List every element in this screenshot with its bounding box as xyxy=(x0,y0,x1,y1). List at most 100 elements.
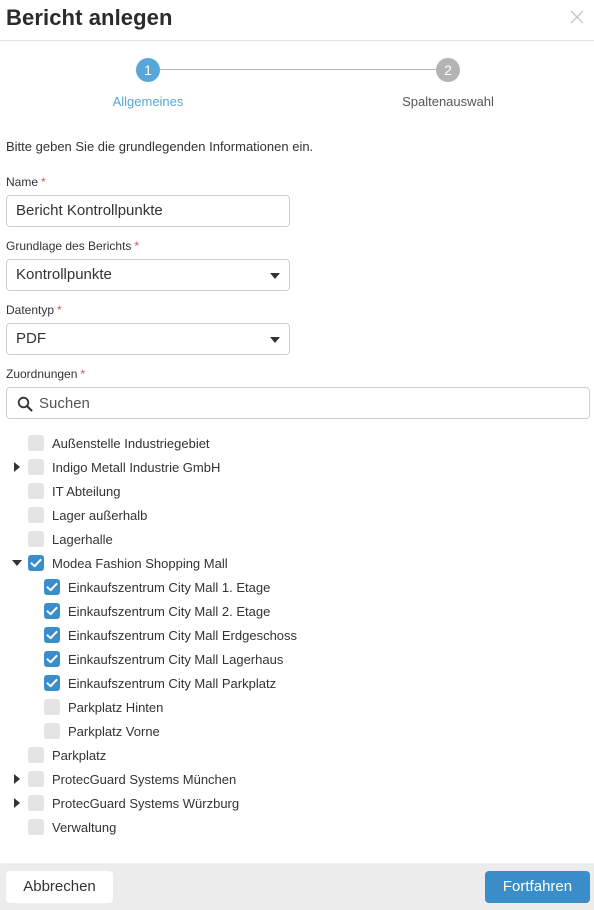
tree-checkbox[interactable] xyxy=(44,603,60,619)
tree-row-label: Einkaufszentrum City Mall Parkplatz xyxy=(68,676,277,691)
checkmark-icon xyxy=(46,606,58,616)
datatype-label-text: Datentyp xyxy=(6,303,55,317)
tree-row-label: IT Abteilung xyxy=(52,484,121,499)
expander-triangle xyxy=(14,462,20,472)
tree-row[interactable]: Indigo Metall Industrie GmbH xyxy=(0,455,594,479)
tree-row-label: Einkaufszentrum City Mall Lagerhaus xyxy=(68,652,284,667)
tree-row-label: Verwaltung xyxy=(52,820,117,835)
basis-select[interactable]: Kontrollpunkte xyxy=(6,259,290,291)
checkmark-icon xyxy=(46,678,58,688)
required-marker: * xyxy=(134,239,140,253)
tree-checkbox[interactable] xyxy=(28,795,44,811)
tree-row-label: Parkplatz xyxy=(52,748,107,763)
dialog-footer: Abbrechen Fortfahren xyxy=(0,863,594,910)
intro-text: Bitte geben Sie die grundlegenden Inform… xyxy=(6,139,314,154)
continue-button[interactable]: Fortfahren xyxy=(485,871,590,903)
checkmark-icon xyxy=(30,558,42,568)
tree-checkbox[interactable] xyxy=(28,771,44,787)
name-label: Name * xyxy=(6,175,46,189)
required-marker: * xyxy=(41,175,46,189)
required-marker: * xyxy=(57,303,62,317)
search-icon xyxy=(17,396,33,412)
tree-row[interactable]: ProtecGuard Systems Würzburg xyxy=(0,791,594,815)
tree-checkbox[interactable] xyxy=(44,627,60,643)
tree-row[interactable]: Parkplatz Hinten xyxy=(0,695,594,719)
expander-triangle xyxy=(14,774,20,784)
assignments-label: Zuordnungen * xyxy=(6,367,85,381)
name-field[interactable]: Bericht Kontrollpunkte xyxy=(6,195,290,227)
search-input[interactable] xyxy=(39,389,579,417)
tree-checkbox[interactable] xyxy=(44,675,60,691)
caret-down-icon xyxy=(270,337,280,343)
tree-row-label: Einkaufszentrum City Mall 1. Etage xyxy=(68,580,271,595)
datatype-select-value: PDF xyxy=(16,330,46,347)
tree-row-label: Einkaufszentrum City Mall Erdgeschoss xyxy=(68,628,298,643)
checkmark-icon xyxy=(46,630,58,640)
tree-row[interactable]: Einkaufszentrum City Mall Parkplatz xyxy=(0,671,594,695)
tree-row[interactable]: Einkaufszentrum City Mall Lagerhaus xyxy=(0,647,594,671)
tree-row[interactable]: ProtecGuard Systems München xyxy=(0,767,594,791)
checkmark-icon xyxy=(46,654,58,664)
tree-checkbox[interactable] xyxy=(44,723,60,739)
tree-row[interactable]: Einkaufszentrum City Mall Erdgeschoss xyxy=(0,623,594,647)
datatype-select[interactable]: PDF xyxy=(6,323,290,355)
tree-row-label: Parkplatz Vorne xyxy=(68,724,160,739)
caret-right-icon[interactable] xyxy=(12,462,22,472)
tree-row[interactable]: Lager außerhalb xyxy=(0,503,594,527)
tree-row[interactable]: Einkaufszentrum City Mall 1. Etage xyxy=(0,575,594,599)
tree-checkbox[interactable] xyxy=(28,483,44,499)
tree-checkbox[interactable] xyxy=(44,699,60,715)
tree-row-label: Außenstelle Industriegebiet xyxy=(52,436,210,451)
tree-row[interactable]: Modea Fashion Shopping Mall xyxy=(0,551,594,575)
caret-right-icon[interactable] xyxy=(12,798,22,808)
tree-row[interactable]: Außenstelle Industriegebiet xyxy=(0,431,594,455)
dialog-title: Bericht anlegen xyxy=(6,5,173,30)
step-2-indicator[interactable]: 2 xyxy=(436,58,460,82)
tree-checkbox[interactable] xyxy=(28,435,44,451)
tree-row-label: Parkplatz Hinten xyxy=(68,700,164,715)
tree-row[interactable]: Verwaltung xyxy=(0,815,594,839)
assignments-label-text: Zuordnungen xyxy=(6,367,78,381)
checkmark-icon xyxy=(46,582,58,592)
caret-right-icon[interactable] xyxy=(12,774,22,784)
tree-row-label: Einkaufszentrum City Mall 2. Etage xyxy=(68,604,271,619)
tree-row-label: ProtecGuard Systems München xyxy=(52,772,237,787)
stepper-connector xyxy=(160,69,436,70)
tree-checkbox[interactable] xyxy=(28,819,44,835)
tree-checkbox[interactable] xyxy=(44,651,60,667)
caret-down-icon xyxy=(270,273,280,279)
required-marker: * xyxy=(80,367,86,381)
basis-label-text: Grundlage des Berichts xyxy=(6,239,132,253)
expander-triangle xyxy=(14,798,20,808)
step-1-label[interactable]: Allgemeines xyxy=(110,94,186,109)
tree-checkbox[interactable] xyxy=(28,531,44,547)
tree-row-label: Modea Fashion Shopping Mall xyxy=(52,556,228,571)
tree-row-label: ProtecGuard Systems Würzburg xyxy=(52,796,240,811)
tree-checkbox[interactable] xyxy=(28,555,44,571)
datatype-label: Datentyp * xyxy=(6,303,62,317)
stepper: 1 2 Allgemeines Spaltenauswahl xyxy=(0,56,594,112)
tree-checkbox[interactable] xyxy=(44,579,60,595)
expander-triangle xyxy=(12,560,22,566)
tree-checkbox[interactable] xyxy=(28,747,44,763)
tree-checkbox[interactable] xyxy=(28,507,44,523)
tree-row[interactable]: Parkplatz Vorne xyxy=(0,719,594,743)
tree-row[interactable]: Lagerhalle xyxy=(0,527,594,551)
dialog-header: Bericht anlegen xyxy=(0,0,594,41)
cancel-button[interactable]: Abbrechen xyxy=(6,871,113,903)
tree-row[interactable]: Einkaufszentrum City Mall 2. Etage xyxy=(0,599,594,623)
name-label-text: Name xyxy=(6,175,39,189)
close-icon[interactable] xyxy=(566,6,588,28)
tree-row[interactable]: Parkplatz xyxy=(0,743,594,767)
caret-down-icon[interactable] xyxy=(12,558,22,568)
tree-row-label: Indigo Metall Industrie GmbH xyxy=(52,460,221,475)
assignment-tree: Außenstelle Industriegebiet Indigo Metall… xyxy=(0,431,594,839)
tree-row[interactable]: IT Abteilung xyxy=(0,479,594,503)
tree-row-label: Lager außerhalb xyxy=(52,508,148,523)
step-1-indicator[interactable]: 1 xyxy=(136,58,160,82)
step-2-label[interactable]: Spaltenauswahl xyxy=(396,94,500,109)
tree-checkbox[interactable] xyxy=(28,459,44,475)
assignments-search xyxy=(6,387,590,419)
basis-select-value: Kontrollpunkte xyxy=(16,266,112,283)
basis-label: Grundlage des Berichts * xyxy=(6,239,139,253)
